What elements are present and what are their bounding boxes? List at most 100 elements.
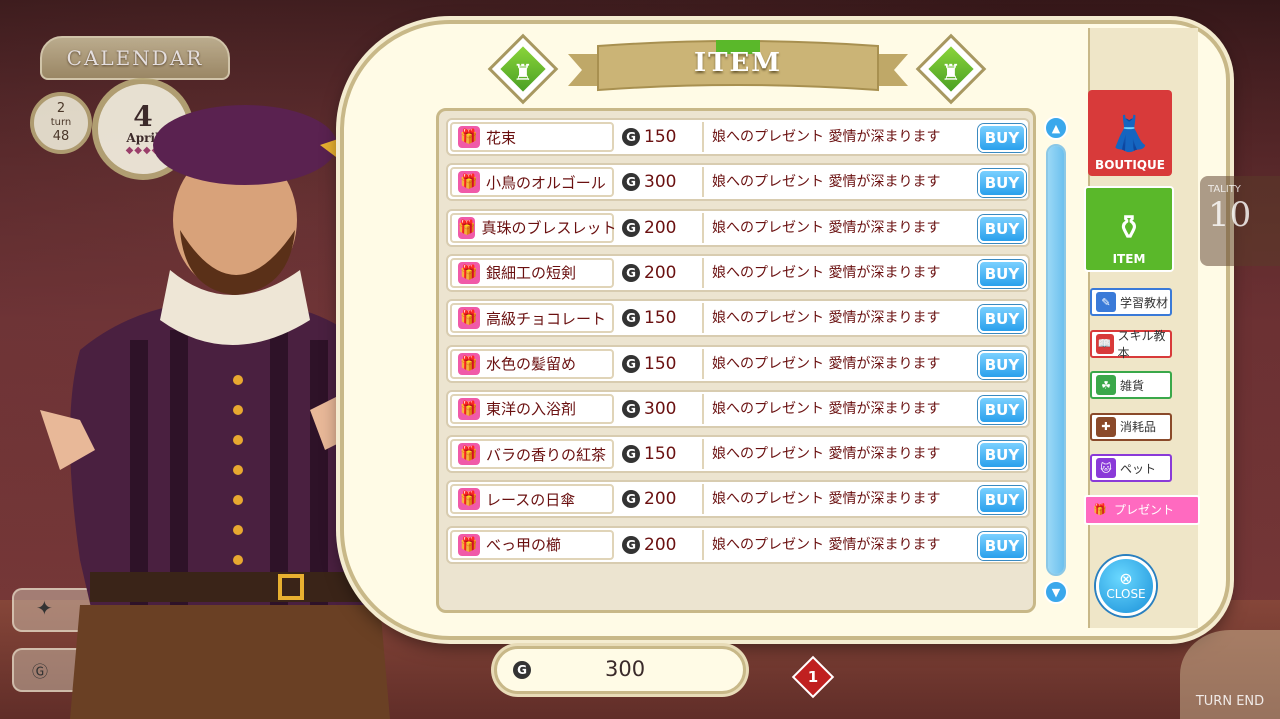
gift-icon: 🎁 (458, 216, 476, 239)
vitality-meter: TALITY 10 (1200, 176, 1280, 266)
item-description: 娘へのプレゼント 愛情が深まります (712, 355, 941, 372)
goods-icon: ☘ (1096, 375, 1116, 395)
gift-icon: 🎁 (458, 397, 480, 420)
money-display: G 300 (494, 646, 746, 694)
buy-button[interactable]: BUY (978, 486, 1026, 515)
item-name-cell: 🎁 真珠のブレスレット (450, 212, 617, 243)
tab-item[interactable]: ⚱ ITEM (1084, 186, 1174, 272)
tab-boutique[interactable]: 👗 BOUTIQUE (1088, 90, 1172, 176)
close-icon: ⊗ (1119, 569, 1133, 588)
item-name-cell: 🎁 花束 (450, 122, 614, 152)
buy-button[interactable]: BUY (978, 259, 1026, 288)
scroll-up-button[interactable]: ▲ (1044, 116, 1068, 140)
buy-button[interactable]: BUY (978, 531, 1026, 560)
gold-coin-icon: G (622, 354, 640, 373)
item-row: 🎁 バラの香りの紅茶 G 150 娘へのプレゼント 愛情が深まります BUY (446, 435, 1030, 474)
book-stack-icon: ✎ (1096, 292, 1116, 312)
gift-icon: 🎁 (1093, 503, 1107, 516)
category-label: プレゼント (1114, 503, 1175, 517)
item-description: 娘へのプレゼント 愛情が深まります (712, 264, 941, 281)
category-tab[interactable]: ☘ 雑貨 (1090, 371, 1172, 399)
open-book-icon: 📖 (1096, 333, 1114, 354)
buy-button[interactable]: BUY (978, 169, 1026, 198)
item-price: 150 (644, 353, 677, 374)
category-label: スキル教本 (1117, 328, 1166, 360)
item-name-cell: 🎁 バラの香りの紅茶 (450, 439, 614, 470)
turn-end-button[interactable]: TURN END (1180, 630, 1280, 719)
item-price: 150 (644, 308, 677, 329)
title-container: ITEM (568, 40, 908, 96)
item-description: 娘へのプレゼント 愛情が深まります (712, 310, 941, 327)
category-label: 学習教材 (1120, 295, 1169, 310)
calendar-banner: CALENDAR (40, 36, 230, 80)
gift-icon: 🎁 (458, 126, 480, 148)
item-name: レースの日傘 (486, 490, 576, 509)
item-row: 🎁 べっ甲の櫛 G 200 娘へのプレゼント 愛情が深まります BUY (446, 525, 1030, 564)
item-description: 娘へのプレゼント 愛情が深まります (712, 129, 941, 145)
vitality-label: TALITY (1208, 184, 1241, 195)
item-name-cell: 🎁 高級チョコレート (450, 303, 614, 334)
capsule-icon: ✚ (1096, 416, 1116, 437)
category-label: 消耗品 (1120, 420, 1157, 434)
category-tab[interactable]: 📖 スキル教本 (1090, 328, 1172, 360)
item-price-cell: G 200 (618, 257, 704, 288)
item-price: 200 (644, 262, 677, 283)
buy-button[interactable]: BUY (978, 124, 1026, 152)
item-price-cell: G 150 (618, 439, 704, 470)
gift-icon: 🎁 (458, 352, 480, 375)
item-name: 高級チョコレート (486, 309, 607, 328)
buy-button[interactable]: BUY (978, 441, 1026, 470)
page-title: ITEM (693, 48, 783, 78)
scroll-down-button[interactable]: ▼ (1044, 580, 1068, 604)
item-description: 娘へのプレゼント 愛情が深まります (712, 446, 941, 463)
item-description: 娘へのプレゼント 愛情が深まります (712, 219, 941, 236)
item-price: 200 (644, 217, 677, 238)
gift-icon: 🎁 (458, 171, 480, 194)
item-name: バラの香りの紅茶 (486, 445, 607, 464)
gold-coin-icon: G (622, 309, 640, 328)
gold-coin-icon: G (622, 218, 640, 237)
category-label: ペット (1120, 461, 1157, 476)
gift-icon: 🎁 (458, 443, 480, 466)
item-price-cell: G 200 (618, 529, 704, 560)
category-label: 雑貨 (1120, 378, 1145, 393)
item-price-cell: G 300 (618, 167, 704, 198)
gold-coin-icon: G (622, 445, 640, 464)
item-name: べっ甲の櫛 (486, 536, 562, 555)
category-tab[interactable]: 🐱 ペット (1090, 454, 1172, 482)
scrollbar-thumb[interactable] (1048, 146, 1064, 574)
category-tab[interactable]: ✎ 学習教材 (1090, 288, 1172, 316)
item-row: 🎁 東洋の入浴剤 G 300 娘へのプレゼント 愛情が深まります BUY (446, 389, 1030, 428)
gold-coin-icon: G (622, 128, 640, 146)
dress-icon: 👗 (1108, 114, 1152, 154)
item-name: 小鳥のオルゴール (486, 173, 606, 192)
buy-button[interactable]: BUY (978, 214, 1026, 243)
item-name: 水色の髪留め (486, 355, 577, 373)
vitality-value: 10 (1208, 195, 1252, 235)
buy-button[interactable]: BUY (978, 305, 1026, 334)
cat-icon: 🐱 (1096, 458, 1116, 478)
item-name: 銀細工の短剣 (486, 264, 577, 283)
item-name-cell: 🎁 東洋の入浴剤 (450, 393, 614, 424)
item-row: 🎁 高級チョコレート G 150 娘へのプレゼント 愛情が深まります BUY (446, 299, 1030, 338)
item-name-cell: 🎁 銀細工の短剣 (450, 257, 614, 288)
bottle-icon: ♜ (513, 60, 533, 86)
gold-coin-icon: G (622, 490, 640, 509)
item-price: 150 (644, 444, 677, 465)
buy-button[interactable]: BUY (978, 350, 1026, 379)
item-name-cell: 🎁 小鳥のオルゴール (450, 167, 614, 198)
item-price-cell: G 150 (618, 122, 704, 152)
close-button[interactable]: ⊗ CLOSE (1096, 556, 1156, 616)
category-tab[interactable]: 🎁 プレゼント (1084, 494, 1200, 525)
tab-boutique-label: BOUTIQUE (1095, 158, 1165, 172)
item-row: 🎁 真珠のブレスレット G 200 娘へのプレゼント 愛情が深まります BUY (446, 208, 1030, 247)
item-price-cell: G 200 (618, 212, 704, 243)
category-tab[interactable]: ✚ 消耗品 (1090, 412, 1172, 441)
buy-button[interactable]: BUY (978, 395, 1026, 424)
item-description: 娘へのプレゼント 愛情が深まります (712, 491, 941, 508)
gold-coin-icon: G (513, 661, 531, 679)
item-name: 花束 (486, 128, 517, 147)
item-name: 真珠のブレスレット (481, 219, 617, 238)
item-description: 娘へのプレゼント 愛情が深まります (712, 536, 941, 553)
item-row: 🎁 水色の髪留め G 150 娘へのプレゼント 愛情が深まります BUY (446, 344, 1030, 383)
